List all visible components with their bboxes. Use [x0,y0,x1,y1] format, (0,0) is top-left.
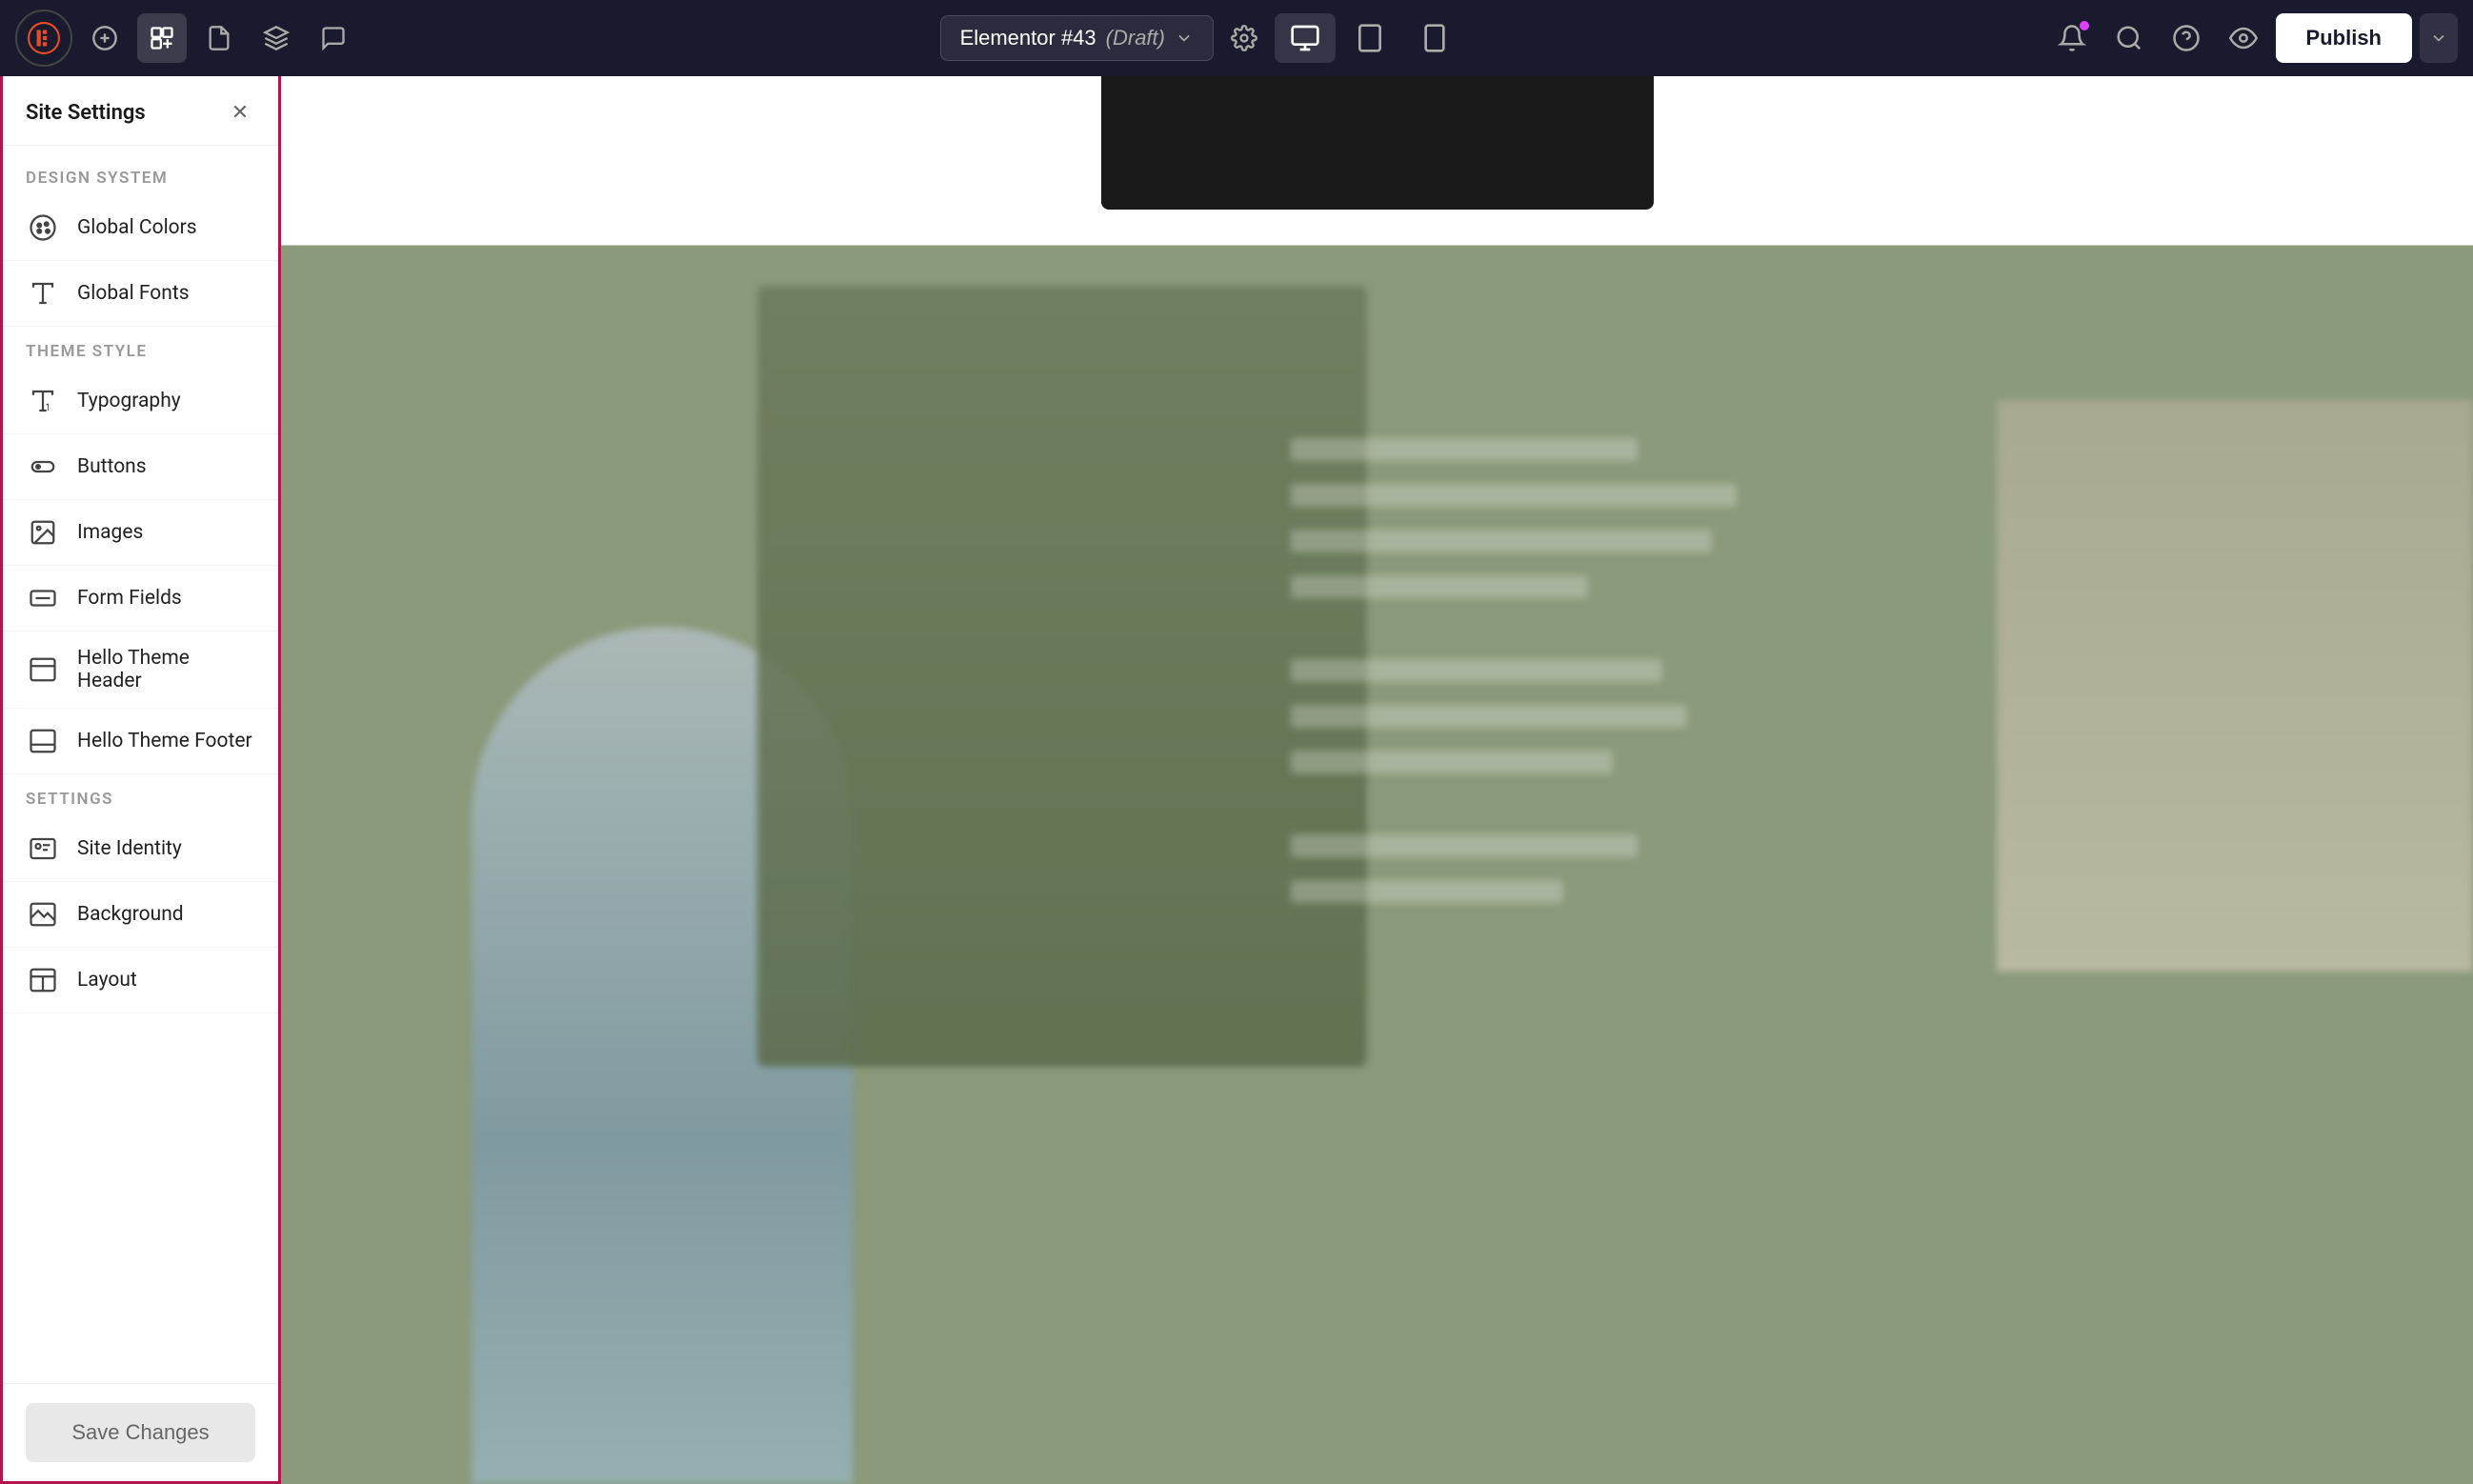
gear-icon [1231,25,1257,51]
typography-label: Typography [77,390,181,412]
main-area: Site Settings ✕ DESIGN SYSTEM Global Col… [0,76,2473,1484]
help-button[interactable] [2161,13,2211,63]
layout-item[interactable]: Layout [3,948,278,1013]
preview-text-lines [1291,438,1786,903]
background-item[interactable]: Background [3,882,278,948]
button-icon [26,450,60,484]
notifications-button[interactable] [2047,13,2097,63]
form-fields-label: Form Fields [77,587,182,610]
preview-green-panel [757,286,1367,1067]
layout-icon [26,963,60,997]
notification-dot [2080,21,2089,30]
preview-side-content [1997,400,2473,972]
page-title-text: Elementor #43 [960,26,1096,50]
sidebar-title: Site Settings [26,101,146,125]
form-icon [26,581,60,615]
image-icon [26,515,60,550]
site-identity-item[interactable]: Site Identity [3,816,278,882]
canvas-preview [281,76,2473,1484]
desktop-view-button[interactable] [1275,13,1336,63]
settings-label: SETTINGS [3,774,278,816]
sidebar-header: Site Settings ✕ [3,76,278,146]
site-settings-button[interactable] [137,13,187,63]
identity-icon [26,832,60,866]
hello-theme-header-item[interactable]: Hello Theme Header [3,632,278,709]
layout-label: Layout [77,969,137,992]
toolbar: Elementor #43 (Draft) [0,0,2473,76]
chevron-down-icon [1175,29,1194,48]
typography-item[interactable]: 1 Typography [3,369,278,434]
hello-theme-footer-label: Hello Theme Footer [77,730,252,752]
text-line-3 [1291,530,1712,552]
preview-content [281,210,2473,1484]
palette-icon [26,211,60,245]
font-icon [26,276,60,311]
theme-style-label: THEME STYLE [3,327,278,369]
typography-icon: 1 [26,384,60,418]
navigator-button[interactable] [194,13,244,63]
header-icon [26,652,60,687]
draft-label: (Draft) [1106,26,1165,50]
tablet-view-button[interactable] [1339,13,1400,63]
close-panel-button[interactable]: ✕ [225,97,255,128]
text-line-1 [1291,438,1638,461]
global-fonts-item[interactable]: Global Fonts [3,261,278,327]
images-label: Images [77,521,143,544]
layers-button[interactable] [251,13,301,63]
footer-icon [26,724,60,758]
search-button[interactable] [2104,13,2154,63]
preview-button[interactable] [2219,13,2268,63]
hello-theme-header-label: Hello Theme Header [77,647,255,692]
buttons-item[interactable]: Buttons [3,434,278,500]
design-system-label: DESIGN SYSTEM [3,153,278,195]
background-label: Background [77,903,184,926]
text-line-8 [1291,834,1638,857]
mobile-view-button[interactable] [1404,13,1465,63]
buttons-label: Buttons [77,455,147,478]
page-title-button[interactable]: Elementor #43 (Draft) [940,15,1214,61]
images-item[interactable]: Images [3,500,278,566]
publish-dropdown-button[interactable] [2420,13,2458,63]
hello-theme-footer-item[interactable]: Hello Theme Footer [3,709,278,774]
add-element-button[interactable] [80,13,130,63]
background-icon [26,897,60,932]
toolbar-center: Elementor #43 (Draft) [366,13,2040,63]
form-fields-item[interactable]: Form Fields [3,566,278,632]
text-line-4 [1291,575,1588,598]
publish-button[interactable]: Publish [2276,13,2412,63]
canvas-area [281,76,2473,1484]
global-colors-label: Global Colors [77,216,197,239]
text-line-9 [1291,880,1563,903]
comments-button[interactable] [309,13,358,63]
view-toggle [1275,13,1465,63]
toolbar-right: Publish [2047,13,2458,63]
text-line-2 [1291,484,1737,507]
save-changes-button[interactable]: Save Changes [26,1403,255,1462]
svg-text:1: 1 [46,403,51,413]
global-fonts-label: Global Fonts [77,282,190,305]
text-line-7 [1291,751,1613,773]
blurred-background [281,210,2473,1484]
preview-header-bar [1101,76,1654,210]
site-identity-label: Site Identity [77,837,182,860]
site-settings-panel: Site Settings ✕ DESIGN SYSTEM Global Col… [0,76,281,1484]
text-line-5 [1291,659,1662,682]
page-settings-button[interactable] [1221,15,1267,61]
sidebar-content: DESIGN SYSTEM Global Colors [3,146,278,1383]
global-colors-item[interactable]: Global Colors [3,195,278,261]
elementor-logo[interactable] [15,10,72,67]
sidebar-footer: Save Changes [3,1383,278,1481]
text-line-6 [1291,705,1687,728]
